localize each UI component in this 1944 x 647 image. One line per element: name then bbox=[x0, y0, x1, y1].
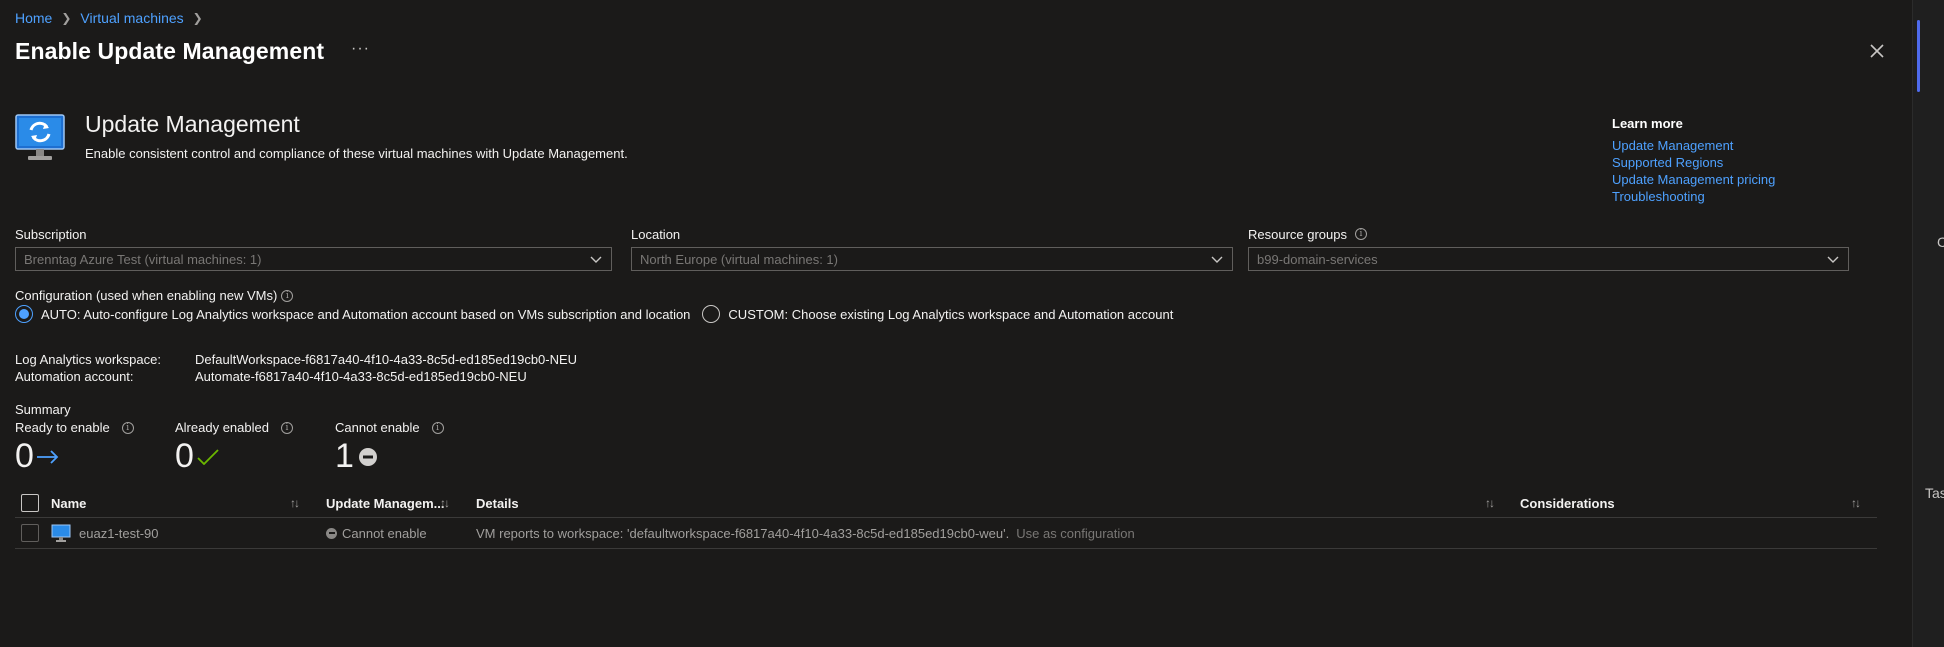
hero-description: Enable consistent control and compliance… bbox=[85, 146, 628, 161]
stat-ready: Ready to enable i 0 bbox=[15, 420, 134, 476]
learn-more-heading: Learn more bbox=[1612, 116, 1683, 131]
info-icon[interactable]: i bbox=[121, 421, 134, 434]
learn-more-section: Learn more Update Management Supported R… bbox=[1612, 116, 1775, 205]
chevron-right-icon: ❯ bbox=[61, 11, 72, 25]
header-name[interactable]: Name bbox=[51, 496, 86, 511]
chevron-down-icon bbox=[1827, 256, 1839, 263]
stat-cannot: Cannot enable i 1 bbox=[335, 420, 444, 476]
info-icon[interactable]: i bbox=[431, 421, 444, 434]
chevron-down-icon bbox=[590, 256, 602, 263]
breadcrumb-virtual-machines[interactable]: Virtual machines bbox=[80, 10, 183, 26]
page-title: Enable Update Management bbox=[15, 38, 325, 64]
resource-groups-value: b99-domain-services bbox=[1257, 251, 1378, 267]
configuration-label-row: Configuration (used when enabling new VM… bbox=[15, 288, 294, 303]
location-label: Location bbox=[631, 226, 681, 242]
configuration-label: Configuration (used when enabling new VM… bbox=[15, 288, 278, 303]
sort-details-icon[interactable]: ↑↓ bbox=[1485, 496, 1495, 510]
radio-auto[interactable]: AUTO: Auto-configure Log Analytics works… bbox=[15, 305, 690, 323]
table-header: Name ↑↓ Update Managem... ↑↓ Details ↑↓ … bbox=[15, 489, 1877, 517]
info-icon[interactable]: i bbox=[280, 421, 293, 434]
chevron-right-icon: ❯ bbox=[192, 11, 203, 25]
link-supported-regions[interactable]: Supported Regions bbox=[1612, 154, 1775, 171]
update-management-icon bbox=[15, 114, 65, 162]
subscription-field: Subscription Brenntag Azure Test (virtua… bbox=[15, 225, 612, 271]
sort-update-icon[interactable]: ↑↓ bbox=[440, 496, 450, 510]
breadcrumb-home[interactable]: Home bbox=[15, 10, 52, 26]
close-icon bbox=[1870, 44, 1884, 58]
automation-account-row: Automation account: Automate-f6817a40-4f… bbox=[15, 369, 527, 384]
checkmark-icon bbox=[197, 448, 219, 465]
blocked-icon bbox=[326, 527, 337, 539]
sort-considerations-icon[interactable]: ↑↓ bbox=[1851, 496, 1861, 510]
info-icon[interactable]: i bbox=[281, 289, 294, 302]
resource-groups-dropdown[interactable]: b99-domain-services bbox=[1248, 247, 1849, 271]
header-details[interactable]: Details bbox=[476, 496, 519, 511]
enable-update-management-blade: Home ❯ Virtual machines ❯ Enable Update … bbox=[0, 0, 1912, 647]
row-vm-name: euaz1-test-90 bbox=[79, 525, 159, 541]
stat-already-count: 0 bbox=[175, 437, 194, 475]
virtual-machine-icon bbox=[51, 524, 71, 542]
location-value: North Europe (virtual machines: 1) bbox=[640, 251, 838, 267]
more-options-button[interactable]: ··· bbox=[351, 40, 370, 58]
location-dropdown[interactable]: North Europe (virtual machines: 1) bbox=[631, 247, 1233, 271]
radio-auto-indicator[interactable] bbox=[15, 305, 33, 323]
law-value: DefaultWorkspace-f6817a40-4f10-4a33-8c5d… bbox=[195, 352, 578, 367]
link-pricing[interactable]: Update Management pricing bbox=[1612, 171, 1775, 188]
row-status: Cannot enable bbox=[342, 525, 427, 541]
close-button[interactable] bbox=[1868, 42, 1886, 60]
row-details: VM reports to workspace: 'defaultworkspa… bbox=[476, 525, 1010, 541]
stat-cannot-count: 1 bbox=[335, 437, 354, 475]
log-analytics-workspace-row: Log Analytics workspace: DefaultWorkspac… bbox=[15, 352, 577, 367]
radio-auto-label: AUTO: Auto-configure Log Analytics works… bbox=[41, 306, 691, 322]
configuration-radio-group: AUTO: Auto-configure Log Analytics works… bbox=[15, 305, 1185, 323]
table-row[interactable]: euaz1-test-90 Cannot enable VM reports t… bbox=[15, 517, 1877, 549]
subscription-dropdown[interactable]: Brenntag Azure Test (virtual machines: 1… bbox=[15, 247, 612, 271]
arrow-right-icon bbox=[36, 449, 59, 464]
background-text: C bbox=[1937, 234, 1944, 250]
stat-ready-count: 0 bbox=[15, 437, 34, 475]
use-as-configuration-link[interactable]: Use as configuration bbox=[1016, 526, 1135, 541]
location-field: Location North Europe (virtual machines:… bbox=[631, 225, 1233, 271]
blocked-icon bbox=[358, 447, 377, 466]
stat-cannot-label: Cannot enable bbox=[335, 420, 420, 435]
background-text: Tas bbox=[1925, 485, 1944, 501]
stat-already: Already enabled i 0 bbox=[175, 420, 293, 476]
stat-already-label: Already enabled bbox=[175, 420, 269, 435]
aa-value: Automate-f6817a40-4f10-4a33-8c5d-ed185ed… bbox=[195, 369, 527, 384]
stat-ready-label: Ready to enable bbox=[15, 420, 110, 435]
header-update-management[interactable]: Update Managem... bbox=[326, 496, 444, 511]
subscription-label: Subscription bbox=[15, 226, 87, 242]
sort-name-icon[interactable]: ↑↓ bbox=[290, 496, 300, 510]
row-checkbox[interactable] bbox=[21, 524, 39, 542]
link-troubleshooting[interactable]: Troubleshooting bbox=[1612, 188, 1775, 205]
header-considerations[interactable]: Considerations bbox=[1520, 496, 1615, 511]
radio-custom-label: CUSTOM: Choose existing Log Analytics wo… bbox=[728, 306, 1174, 322]
hero-title: Update Management bbox=[85, 111, 300, 137]
law-label: Log Analytics workspace: bbox=[15, 352, 161, 367]
select-all-checkbox[interactable] bbox=[21, 494, 39, 512]
chevron-down-icon bbox=[1211, 256, 1223, 263]
info-icon[interactable]: i bbox=[1355, 228, 1367, 240]
resource-groups-label: Resource groups bbox=[1248, 226, 1347, 242]
aa-label: Automation account: bbox=[15, 369, 134, 384]
link-update-management[interactable]: Update Management bbox=[1612, 137, 1775, 154]
breadcrumb: Home ❯ Virtual machines ❯ bbox=[15, 10, 212, 26]
resource-groups-field: Resource groups i b99-domain-services bbox=[1248, 225, 1849, 271]
radio-custom-indicator[interactable] bbox=[702, 305, 721, 323]
radio-custom[interactable]: CUSTOM: Choose existing Log Analytics wo… bbox=[702, 305, 1173, 323]
subscription-value: Brenntag Azure Test (virtual machines: 1… bbox=[24, 251, 262, 267]
scroll-indicator bbox=[1917, 20, 1920, 92]
background-panel: C Tas bbox=[1912, 0, 1944, 647]
summary-label: Summary bbox=[15, 402, 71, 417]
vm-table: Name ↑↓ Update Managem... ↑↓ Details ↑↓ … bbox=[15, 489, 1877, 549]
